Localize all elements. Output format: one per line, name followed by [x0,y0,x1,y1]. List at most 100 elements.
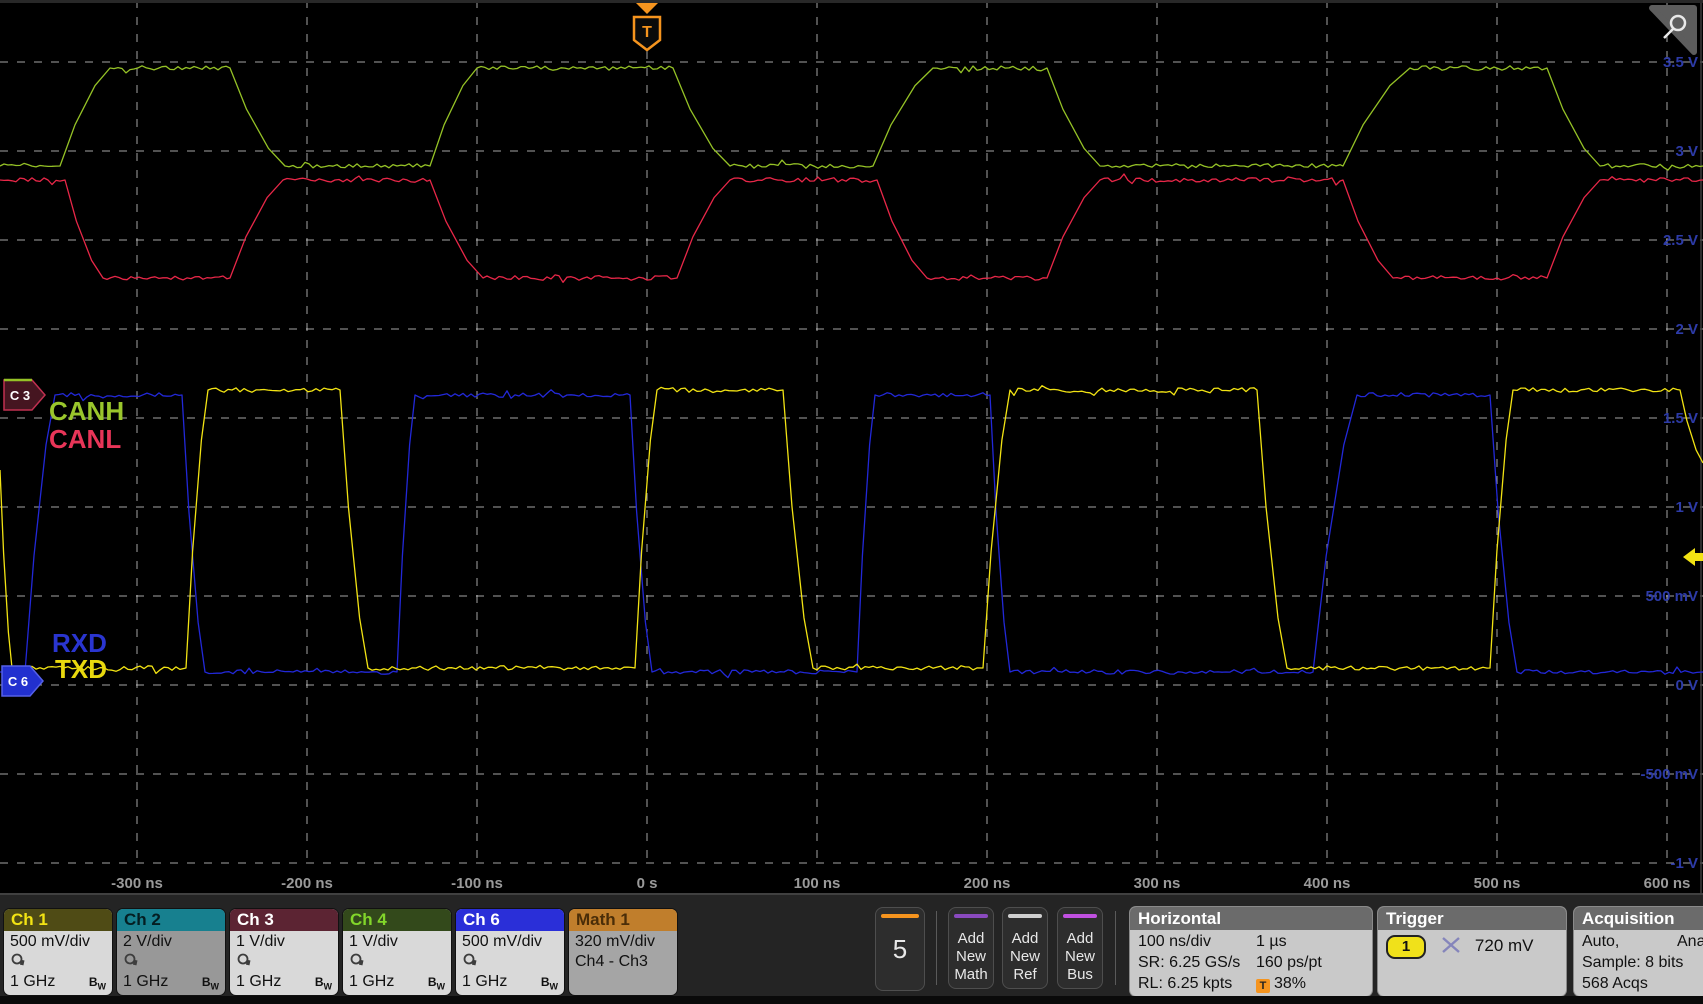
trace-canl [0,174,1703,282]
channel-badge-header: Ch 2 [117,909,225,931]
channel-bottom-row: 1 GHz BW [236,973,332,991]
channel-bandwidth: 1 GHz [236,973,281,991]
channel-badge-header: Math 1 [569,909,677,931]
acquisition-count: 568 Acqs [1582,973,1703,994]
volt-label: 3.5 V [1663,54,1698,71]
add-new-bus-button[interactable]: AddNewBus [1057,907,1103,989]
trigger-position-percent: 38% [1274,975,1306,992]
trace-rxd [0,390,1703,678]
trace-canh [0,66,1703,170]
time-label: 0 s [637,875,658,892]
channel-badge-header: Ch 6 [456,909,564,931]
add-button-line: Add [1058,930,1102,948]
channel-badge-header: Ch 3 [230,909,338,931]
bandwidth-limit-badge: BW [89,975,106,991]
channel-5-button[interactable]: 5 [875,907,925,991]
time-label: 400 ns [1304,875,1351,892]
horizontal-trigger-position: T 38% [1256,973,1364,994]
add-button-line: New [949,948,993,966]
acquisition-mode-right: Ana [1677,931,1703,952]
horizontal-sr: SR: 6.25 GS/s [1138,952,1256,973]
channel-scale: 1 V/div [230,931,338,951]
trigger-slope-either-icon [1440,935,1462,955]
trigger-source-badge[interactable]: 1 [1386,935,1426,959]
probe-icon [4,951,112,968]
channel-scale: 320 mV/div [569,931,677,951]
channel-badge-ch-4[interactable]: Ch 41 V/div1 GHzBW [343,909,451,995]
add-button-line: New [1058,948,1102,966]
add-button-line: New [1003,948,1047,966]
add-new-ref-accent [1008,914,1042,918]
channel-bottom-row: 1 GHz BW [123,973,219,991]
volt-label: 2 V [1675,321,1698,338]
probe-icon [343,951,451,968]
horizontal-resolution: 160 ps/pt [1256,952,1364,973]
bar-separator-1 [1115,911,1116,985]
time-label: 500 ns [1474,875,1521,892]
acquisition-sample-bits: Sample: 8 bits [1582,952,1703,973]
trigger-position-icon: T [1256,979,1270,993]
time-label: 300 ns [1134,875,1181,892]
acquisition-panel-title: Acquisition [1574,907,1703,930]
channel-badge-ch-1[interactable]: Ch 1500 mV/div1 GHzBW [4,909,112,995]
add-new-bus-accent [1063,914,1097,918]
horizontal-row-scale: 100 ns/div 1 µs [1138,931,1364,952]
channel-badge-ch-3[interactable]: Ch 31 V/div 1 GHz BW [230,909,338,995]
channel-bottom-row: 1 GHz BW [10,973,106,991]
time-label: 100 ns [794,875,841,892]
time-label: 200 ns [964,875,1011,892]
horizontal-row-samplerate: SR: 6.25 GS/s 160 ps/pt [1138,952,1364,973]
volt-label: 1 V [1675,499,1698,516]
oscilloscope-screen: 3.5 V3 V2.5 V2 V1.5 V1 V500 mV0 V-500 mV… [0,0,1703,1004]
horizontal-row-recordlength: RL: 6.25 kpts T 38% [1138,973,1364,994]
trace-name-canl: CANL [49,424,121,454]
channel-bandwidth: 1 GHz [462,973,507,991]
time-label: 600 ns [1644,875,1691,892]
horizontal-panel-title: Horizontal [1130,907,1372,930]
probe-icon [456,951,564,968]
horizontal-scale: 100 ns/div [1138,931,1256,952]
add-button-line: Math [949,966,993,984]
channel-math-source: Ch4 - Ch3 [569,951,677,971]
volt-label: 500 mV [1645,588,1698,605]
channel-bandwidth: 1 GHz [10,973,55,991]
volt-label: -500 mV [1640,766,1698,783]
trigger-level-arrow-icon[interactable] [1683,548,1703,566]
add-button-line: Add [1003,930,1047,948]
acquisition-panel[interactable]: Acquisition Auto, Ana Sample: 8 bits 568… [1574,907,1703,996]
trace-name-txd: TXD [55,654,107,684]
channel-marker-label: C 6 [8,674,28,689]
channel-bandwidth: 1 GHz [123,973,168,991]
channel-badge-header: Ch 1 [4,909,112,931]
bar-separator-0 [936,911,937,985]
add-new-math-button[interactable]: AddNewMath [948,907,994,989]
volt-label: 2.5 V [1663,232,1698,249]
channel-bottom-row: 1 GHz BW [462,973,558,991]
add-new-math-accent [954,914,988,918]
channel-badge-math-1[interactable]: Math 1320 mV/divCh4 - Ch3 [569,909,677,995]
channel-badge-ch-6[interactable]: Ch 6500 mV/div1 GHzBW [456,909,564,995]
channel-5-accent [881,914,919,918]
probe-icon [117,951,225,968]
bandwidth-limit-badge: BW [541,975,558,991]
trigger-panel-title: Trigger [1378,907,1566,930]
channel-bottom-row: 1 GHzBW [349,973,445,991]
trigger-position-letter: T [642,24,652,41]
trigger-level-value: 720 mV [1475,936,1534,955]
volt-label: -1 V [1670,855,1698,872]
horizontal-rl: RL: 6.25 kpts [1138,973,1256,994]
channel-marker-label: C 3 [10,388,30,403]
probe-icon [230,951,338,968]
horizontal-panel[interactable]: Horizontal 100 ns/div 1 µs SR: 6.25 GS/s… [1130,907,1372,996]
channel-scale: 2 V/div [117,931,225,951]
magnifier-handle-icon [1664,29,1673,38]
trigger-panel[interactable]: Trigger 1 720 mV [1378,907,1566,996]
bandwidth-limit-badge: BW [202,975,219,991]
channel-badge-ch-2[interactable]: Ch 22 V/div 1 GHz BW [117,909,225,995]
bar-bottom-strip [0,996,1703,1004]
trace-name-canh: CANH [49,396,124,426]
add-new-ref-button[interactable]: AddNewRef [1002,907,1048,989]
horizontal-window: 1 µs [1256,931,1364,952]
waveform-display[interactable]: 3.5 V3 V2.5 V2 V1.5 V1 V500 mV0 V-500 mV… [0,0,1703,893]
bandwidth-limit-badge: BW [315,975,332,991]
